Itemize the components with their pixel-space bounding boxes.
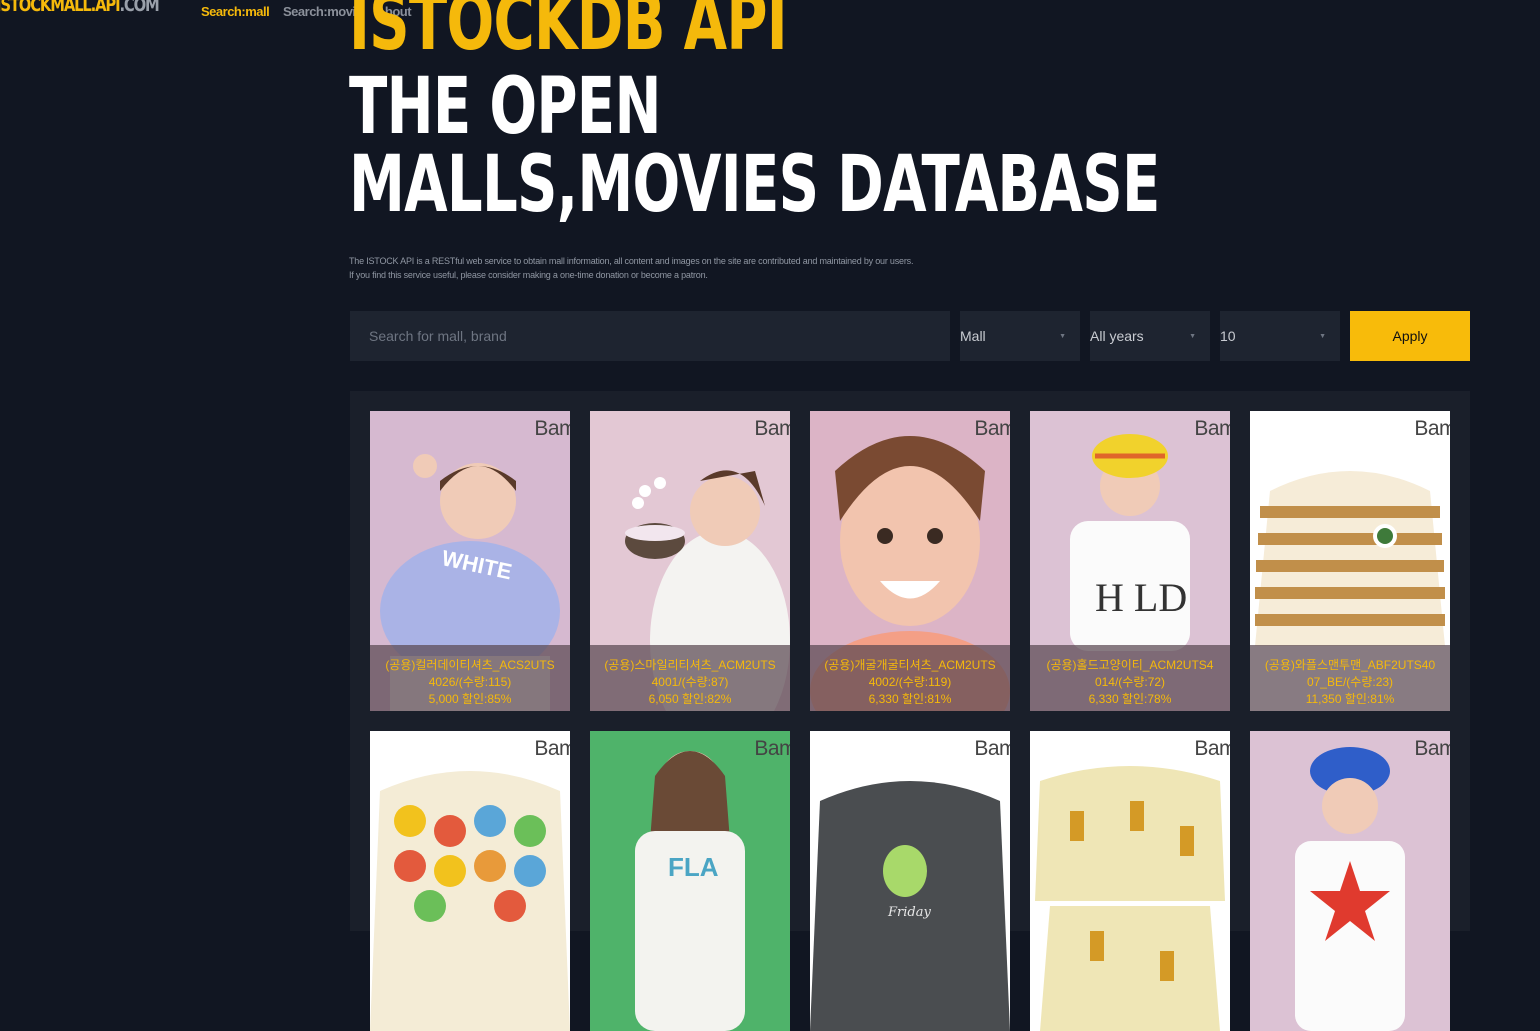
chevron-down-icon: ▼	[1189, 333, 1196, 340]
product-image	[1250, 731, 1450, 1031]
chevron-down-icon: ▼	[1319, 333, 1326, 340]
product-caption: (공용)와플스맨투맨_ABF2UTS40 07_BE/(수량:23) 11,35…	[1250, 645, 1450, 711]
brand-mark: Bam	[974, 417, 1010, 440]
product-caption: (공용)스마일리티셔츠_ACM2UTS 4001/(수량:87) 6,050 할…	[590, 645, 790, 711]
apply-button[interactable]: Apply	[1350, 311, 1470, 361]
product-card[interactable]: Bam	[1030, 731, 1230, 1031]
product-grid: WHITE Bam (공용)컬러데이티셔츠_ACS2UTS 4026/(수량:1…	[350, 391, 1470, 1031]
brand-mark: Bam	[534, 737, 570, 760]
chevron-down-icon: ▼	[1059, 333, 1066, 340]
brand-mark: Bam	[534, 417, 570, 440]
brand-mark: Bam	[1194, 737, 1230, 760]
count-select[interactable]: 10 ▼	[1220, 311, 1340, 361]
product-card[interactable]: Bam	[370, 731, 570, 1031]
product-image	[1030, 731, 1230, 1031]
hero-subtitle-line1: THE OPEN	[349, 62, 661, 152]
nav-search-mall[interactable]: Search:mall	[201, 4, 270, 19]
svg-text:Friday: Friday	[887, 905, 931, 920]
product-card[interactable]: Bam (공용)개굴개굴티셔츠_ACM2UTS 4002/(수량:119) 6,…	[810, 411, 1010, 711]
svg-text:FLA: FLA	[668, 852, 719, 882]
brand-mark: Bam	[754, 417, 790, 440]
product-image: Friday	[810, 731, 1010, 1031]
hero-title: ISTOCKDB API	[349, 0, 788, 68]
product-card[interactable]: FLA Bam	[590, 731, 790, 1031]
brand-mark: Bam	[974, 737, 1010, 760]
hero-description: The ISTOCK API is a RESTful web service …	[349, 256, 914, 280]
search-input[interactable]	[350, 311, 950, 361]
product-card[interactable]: WHITE Bam (공용)컬러데이티셔츠_ACS2UTS 4026/(수량:1…	[370, 411, 570, 711]
product-caption: (공용)홀드고양이티_ACM2UTS4 014/(수량:72) 6,330 할인…	[1030, 645, 1230, 711]
product-card[interactable]: Bam (공용)스마일리티셔츠_ACM2UTS 4001/(수량:87) 6,0…	[590, 411, 790, 711]
brand-mark: Bam	[1414, 417, 1450, 440]
brand-mark: Bam	[1414, 737, 1450, 760]
site-logo[interactable]: ISTOCKMALL.API.COM	[0, 0, 160, 16]
product-card[interactable]: Bam	[1250, 731, 1450, 1031]
svg-text:H LD: H LD	[1095, 575, 1187, 620]
hero-subtitle-line2: MALLS,MOVIES DATABASE	[349, 140, 1160, 230]
product-image	[370, 731, 570, 1031]
brand-mark: Bam	[754, 737, 790, 760]
mall-select[interactable]: Mall ▼	[960, 311, 1080, 361]
product-image: FLA	[590, 731, 790, 1031]
product-card[interactable]: Bam (공용)와플스맨투맨_ABF2UTS40 07_BE/(수량:23) 1…	[1250, 411, 1450, 711]
product-caption: (공용)개굴개굴티셔츠_ACM2UTS 4002/(수량:119) 6,330 …	[810, 645, 1010, 711]
product-caption: (공용)컬러데이티셔츠_ACS2UTS 4026/(수량:115) 5,000 …	[370, 645, 570, 711]
product-card[interactable]: Friday Bam	[810, 731, 1010, 1031]
brand-mark: Bam	[1194, 417, 1230, 440]
year-select[interactable]: All years ▼	[1090, 311, 1210, 361]
product-card[interactable]: H LD Bam (공용)홀드고양이티_ACM2UTS4 014/(수량:72)…	[1030, 411, 1230, 711]
